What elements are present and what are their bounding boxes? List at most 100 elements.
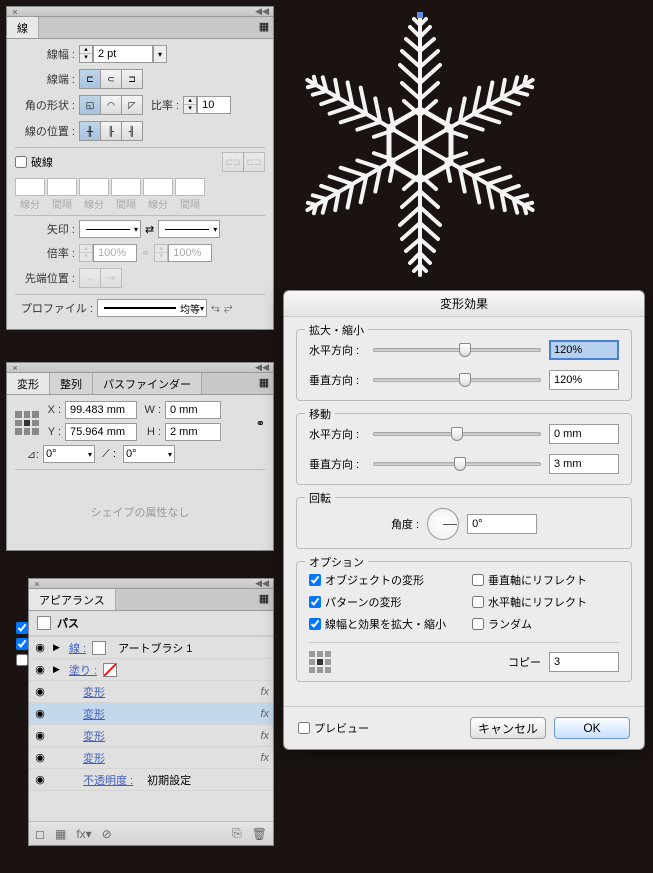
opt-transform-object[interactable]: オブジェクトの変形 bbox=[309, 572, 456, 588]
close-icon[interactable]: × bbox=[11, 8, 19, 16]
trash-icon[interactable]: 🗑 bbox=[252, 827, 267, 841]
visibility-icon[interactable]: ◉ bbox=[33, 729, 47, 742]
visibility-icon[interactable]: ◉ bbox=[33, 751, 47, 764]
close-icon[interactable]: × bbox=[33, 580, 41, 588]
move-v-slider[interactable] bbox=[373, 462, 541, 466]
opt-reflect-h[interactable]: 水平軸にリフレクト bbox=[472, 594, 619, 610]
arrow-end-dropdown[interactable]: ▾ bbox=[158, 220, 220, 238]
panel-titlebar[interactable]: × ◀◀ bbox=[29, 579, 273, 589]
scale-v-slider[interactable] bbox=[373, 378, 541, 382]
duplicate-icon[interactable]: ⎘ bbox=[232, 826, 242, 841]
stray-checkbox-2[interactable] bbox=[16, 638, 28, 650]
move-v-field[interactable] bbox=[549, 454, 619, 474]
reference-point-icon[interactable] bbox=[309, 651, 331, 673]
angle-field[interactable] bbox=[467, 514, 537, 534]
visibility-icon[interactable]: ◉ bbox=[33, 685, 47, 698]
ratio-input[interactable]: ▴▾ bbox=[183, 96, 231, 114]
expand-icon[interactable]: ▶ bbox=[53, 664, 63, 675]
ratio-field[interactable] bbox=[197, 96, 231, 114]
opt-random[interactable]: ランダム bbox=[472, 616, 619, 632]
tab-appearance[interactable]: アピアランス bbox=[29, 589, 116, 610]
tab-align[interactable]: 整列 bbox=[50, 373, 93, 394]
align-inside-icon[interactable]: ╟ bbox=[100, 121, 122, 141]
stray-checkbox-1[interactable] bbox=[16, 622, 28, 634]
opt-scale-stroke[interactable]: 線幅と効果を拡大・縮小 bbox=[309, 616, 456, 632]
corner-miter-icon[interactable]: ◱ bbox=[79, 95, 101, 115]
swatch-thumb bbox=[37, 616, 51, 630]
preview-checkbox[interactable]: プレビュー bbox=[298, 720, 369, 736]
dropdown-arrow-icon[interactable]: ▾ bbox=[153, 45, 167, 63]
visibility-icon[interactable]: ◉ bbox=[33, 773, 47, 786]
shear-field[interactable]: 0°▾ bbox=[123, 445, 175, 463]
weight-field[interactable] bbox=[93, 45, 153, 63]
panel-menu-icon[interactable]: ▦ bbox=[257, 19, 271, 33]
align-outside-icon[interactable]: ╢ bbox=[121, 121, 143, 141]
panel-titlebar[interactable]: × ◀◀ bbox=[7, 363, 273, 373]
appearance-row-stroke[interactable]: ◉ ▶ 線 : アートブラシ 1 bbox=[29, 637, 273, 659]
fill-swatch[interactable] bbox=[103, 663, 117, 677]
cap-square-icon[interactable]: ⊐ bbox=[121, 69, 143, 89]
add-effect-icon[interactable]: fx▾ bbox=[76, 827, 91, 841]
visibility-icon[interactable]: ◉ bbox=[33, 663, 47, 676]
move-section: 移動 水平方向 : 垂直方向 : bbox=[296, 413, 632, 485]
dash-inputs bbox=[15, 178, 265, 196]
align-center-icon[interactable]: ╫ bbox=[79, 121, 101, 141]
visibility-icon[interactable]: ◉ bbox=[33, 707, 47, 720]
appearance-row-effect[interactable]: ◉ 変形 fx bbox=[29, 703, 273, 725]
w-field[interactable] bbox=[165, 401, 221, 419]
reference-point-icon[interactable] bbox=[15, 411, 39, 435]
dashed-checkbox[interactable]: 破線 bbox=[15, 154, 53, 170]
cap-butt-icon[interactable]: ⊏ bbox=[79, 69, 101, 89]
tab-pathfinder[interactable]: パスファインダー bbox=[93, 373, 202, 394]
panel-menu-icon[interactable]: ▦ bbox=[257, 591, 271, 605]
panel-titlebar[interactable]: × ◀◀ bbox=[7, 7, 273, 17]
move-h-field[interactable] bbox=[549, 424, 619, 444]
cancel-button[interactable]: キャンセル bbox=[470, 717, 546, 739]
collapse-icon[interactable]: ◀◀ bbox=[255, 6, 269, 17]
angle-dial[interactable] bbox=[427, 508, 459, 540]
appearance-row-opacity[interactable]: ◉ 不透明度 : 初期設定 bbox=[29, 769, 273, 791]
scale-v-field[interactable] bbox=[549, 370, 619, 390]
stepper-up-icon[interactable]: ▴ bbox=[80, 46, 92, 54]
corner-bevel-icon[interactable]: ◸ bbox=[121, 95, 143, 115]
new-fill-icon[interactable]: ▦ bbox=[55, 827, 66, 841]
angle-field[interactable]: 0°▾ bbox=[43, 445, 95, 463]
flip-h-icon[interactable]: ⥃ bbox=[211, 302, 220, 315]
x-field[interactable] bbox=[65, 401, 137, 419]
tab-stroke[interactable]: 線 bbox=[7, 17, 39, 38]
ok-button[interactable]: OK bbox=[554, 717, 630, 739]
opt-transform-pattern[interactable]: パターンの変形 bbox=[309, 594, 456, 610]
clear-icon[interactable]: ⊘ bbox=[102, 827, 112, 841]
collapse-icon[interactable]: ◀◀ bbox=[255, 362, 269, 373]
transform-panel: × ◀◀ 変形 整列 パスファインダー ▦ X : W : Y : bbox=[6, 362, 274, 551]
cap-round-icon[interactable]: ⊂ bbox=[100, 69, 122, 89]
appearance-row-effect[interactable]: ◉ 変形 fx bbox=[29, 725, 273, 747]
opt-reflect-v[interactable]: 垂直軸にリフレクト bbox=[472, 572, 619, 588]
y-field[interactable] bbox=[65, 423, 137, 441]
h-field[interactable] bbox=[165, 423, 221, 441]
profile-dropdown[interactable]: 均等 ▾ bbox=[97, 299, 207, 317]
swap-icon[interactable]: ⇄ bbox=[145, 223, 154, 236]
scale-h-slider[interactable] bbox=[373, 348, 541, 352]
stroke-swatch[interactable] bbox=[92, 641, 106, 655]
new-stroke-icon[interactable]: ◻ bbox=[35, 827, 45, 841]
stray-checkbox-3[interactable] bbox=[16, 654, 28, 666]
appearance-row-effect[interactable]: ◉ 変形 fx bbox=[29, 681, 273, 703]
arrow-start-dropdown[interactable]: ▾ bbox=[79, 220, 141, 238]
scale-h-field[interactable] bbox=[549, 340, 619, 360]
collapse-icon[interactable]: ◀◀ bbox=[255, 578, 269, 589]
visibility-icon[interactable]: ◉ bbox=[33, 641, 47, 654]
tab-transform[interactable]: 変形 bbox=[7, 373, 50, 394]
flip-v-icon[interactable]: ⥂ bbox=[224, 302, 233, 315]
weight-input[interactable]: ▴▾ ▾ bbox=[79, 45, 167, 63]
stepper-down-icon[interactable]: ▾ bbox=[80, 54, 92, 62]
close-icon[interactable]: × bbox=[11, 364, 19, 372]
corner-round-icon[interactable]: ◠ bbox=[100, 95, 122, 115]
copy-field[interactable] bbox=[549, 652, 619, 672]
appearance-row-effect[interactable]: ◉ 変形 fx bbox=[29, 747, 273, 769]
appearance-row-fill[interactable]: ◉ ▶ 塗り : bbox=[29, 659, 273, 681]
move-h-slider[interactable] bbox=[373, 432, 541, 436]
panel-menu-icon[interactable]: ▦ bbox=[257, 375, 271, 389]
expand-icon[interactable]: ▶ bbox=[53, 642, 63, 653]
constrain-icon[interactable]: ⚭ bbox=[256, 417, 265, 430]
